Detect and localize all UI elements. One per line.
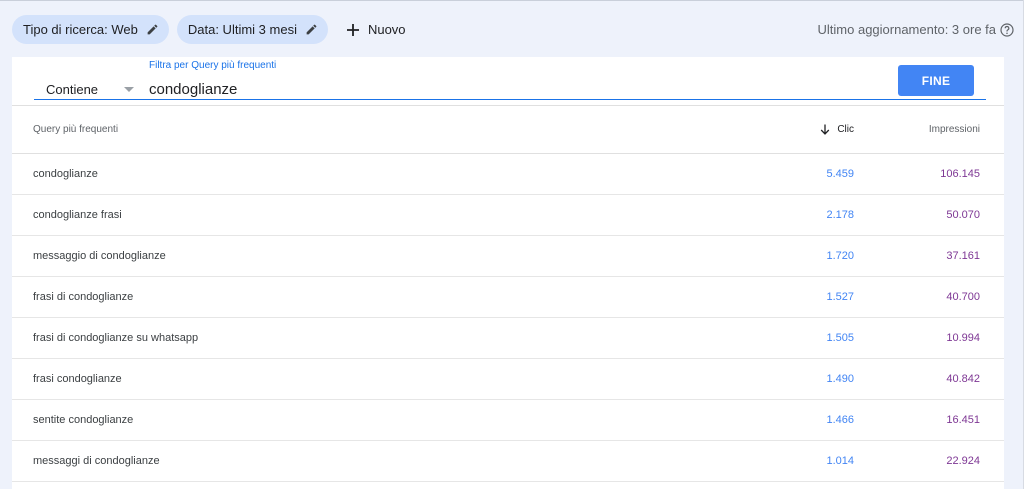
operator-value: Contiene [46,82,99,97]
clicks-cell: 1.527 [826,291,854,303]
clicks-cell: 1.490 [826,373,854,385]
table-row[interactable]: messaggi di condoglianze 1.014 22.924 [12,441,1004,482]
help-icon[interactable] [1000,22,1014,37]
column-header-clicks[interactable]: Clic [820,124,854,135]
filter-chip-label: Tipo di ricerca: Web [23,22,138,37]
table-row[interactable]: condoglianze frasi 2.178 50.070 [12,195,1004,236]
table-row[interactable]: frasi condoglianze 1.490 40.842 [12,359,1004,400]
impressions-cell: 106.145 [940,168,980,180]
impressions-cell: 22.924 [946,455,980,467]
clicks-cell: 1.720 [826,250,854,262]
add-filter-button[interactable]: Nuovo [336,15,414,44]
query-filter-label: Filtra per Query più frequenti [149,60,277,71]
table-row[interactable]: sentite condoglianze 1.466 16.451 [12,400,1004,441]
column-header-clicks-label: Clic [837,124,854,135]
query-filter-input[interactable] [149,79,709,99]
table-row[interactable]: frasi di condoglianze su whatsapp 1.505 … [12,318,1004,359]
filter-chip-search-type[interactable]: Tipo di ricerca: Web [12,15,169,44]
query-filter-field: Filtra per Query più frequenti [34,57,986,101]
query-cell: sentite condoglianze [33,414,134,426]
query-cell: condoglianze frasi [33,209,122,221]
query-cell: frasi condoglianze [33,373,122,385]
impressions-cell: 40.842 [946,373,980,385]
clicks-cell: 1.014 [826,455,854,467]
query-cell: messaggio di condoglianze [33,250,166,262]
impressions-cell: 40.700 [946,291,980,303]
query-cell: messaggi di condoglianze [33,455,160,467]
pencil-icon[interactable] [146,23,159,36]
filter-chip-date[interactable]: Data: Ultimi 3 mesi [176,15,328,44]
sort-arrow-down-icon [820,124,830,135]
table-body: condoglianze 5.459 106.145 condoglianze … [12,154,1004,482]
query-filter-row: Filtra per Query più frequenti Contiene … [12,57,1004,104]
done-button[interactable]: FINE [898,65,974,96]
add-filter-label: Nuovo [367,22,406,37]
last-update-text: Ultimo aggiornamento: 3 ore fa [817,22,996,37]
operator-select[interactable]: Contiene [34,81,134,101]
table-row[interactable]: messaggio di condoglianze 1.720 37.161 [12,236,1004,277]
query-cell: condoglianze [33,168,98,180]
query-table-card: Filtra per Query più frequenti Contiene … [12,57,1004,489]
impressions-cell: 16.451 [946,414,980,426]
clicks-cell: 2.178 [826,209,854,221]
impressions-cell: 50.070 [946,209,980,221]
table-row[interactable]: frasi di condoglianze 1.527 40.700 [12,277,1004,318]
input-underline [34,99,986,100]
query-cell: frasi di condoglianze [33,291,134,303]
plus-icon [346,23,360,37]
pencil-icon[interactable] [305,23,318,36]
impressions-cell: 10.994 [946,332,980,344]
table-row[interactable]: condoglianze 5.459 106.145 [12,154,1004,195]
column-header-impressions[interactable]: Impressioni [929,124,980,135]
clicks-cell: 1.466 [826,414,854,426]
clicks-cell: 5.459 [826,168,854,180]
last-update: Ultimo aggiornamento: 3 ore fa [818,22,1014,37]
clicks-cell: 1.505 [826,332,854,344]
column-header-query[interactable]: Query più frequenti [33,124,118,135]
caret-down-icon [124,87,134,92]
top-divider [0,0,1024,1]
impressions-cell: 37.161 [946,250,980,262]
query-cell: frasi di condoglianze su whatsapp [33,332,199,344]
filter-bar: Tipo di ricerca: Web Data: Ultimi 3 mesi… [12,15,414,44]
table-header: Query più frequenti Clic Impressioni [12,105,1004,154]
filter-chip-label: Data: Ultimi 3 mesi [187,22,297,37]
